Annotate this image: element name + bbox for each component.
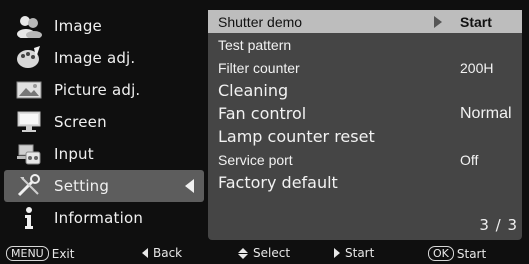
row-label: Filter counter — [218, 59, 300, 76]
row-label: Lamp counter reset — [218, 127, 375, 146]
left-arrow-icon — [142, 248, 148, 258]
row-label: Service port — [218, 151, 293, 168]
row-filter-counter[interactable]: Filter counter 200H — [208, 56, 522, 79]
menu-item-image-adj[interactable]: Image adj. — [4, 42, 204, 74]
hint-exit-label: Exit — [51, 246, 75, 261]
row-label: Fan control — [218, 104, 307, 123]
hint-select: Select — [238, 246, 290, 260]
row-label: Factory default — [218, 173, 338, 192]
menu-label-image: Image — [54, 17, 102, 35]
row-value: Start — [460, 13, 492, 30]
hint-ok-start-label: Start — [456, 246, 487, 261]
hint-exit: MENU Exit — [6, 246, 74, 261]
row-service-port[interactable]: Service port Off — [208, 148, 522, 171]
right-arrow-icon — [334, 248, 340, 258]
menu-label-information: Information — [54, 209, 144, 227]
hint-back: Back — [142, 246, 182, 260]
menu-label-screen: Screen — [54, 113, 107, 131]
menu-item-image[interactable]: Image — [4, 10, 204, 42]
row-label: Cleaning — [218, 81, 289, 100]
row-lamp-counter-reset[interactable]: Lamp counter reset — [208, 125, 522, 148]
main-menu: Image Image adj. Picture adj. Screen Inp… — [4, 10, 204, 234]
row-test-pattern[interactable]: Test pattern — [208, 33, 522, 56]
row-fan-control[interactable]: Fan control Normal — [208, 102, 522, 125]
menu-item-information[interactable]: Information — [4, 202, 204, 234]
row-label: Test pattern — [218, 36, 292, 53]
menu-item-setting[interactable]: Setting — [4, 170, 204, 202]
hint-select-label: Select — [253, 246, 291, 260]
row-value: Normal — [460, 104, 512, 122]
menu-label-picture-adj: Picture adj. — [54, 81, 141, 99]
menu-label-setting: Setting — [54, 177, 110, 195]
row-label: Shutter demo — [218, 13, 303, 30]
row-value: 200H — [460, 59, 494, 76]
hint-start: Start — [334, 246, 374, 260]
hint-ok-start: OK Start — [428, 246, 486, 261]
up-down-arrow-icon — [238, 247, 248, 259]
row-value: Off — [460, 151, 479, 168]
info-icon — [14, 205, 44, 231]
row-factory-default[interactable]: Factory default — [208, 171, 522, 194]
menu-item-picture-adj[interactable]: Picture adj. — [4, 74, 204, 106]
menu-key-badge: MENU — [6, 246, 49, 261]
hint-start-label: Start — [345, 246, 375, 260]
tools-icon — [14, 173, 44, 199]
input-icon — [14, 141, 44, 167]
menu-label-image-adj: Image adj. — [54, 49, 136, 67]
picture-icon — [14, 77, 44, 103]
ok-key-badge: OK — [428, 246, 454, 261]
menu-label-input: Input — [54, 145, 94, 163]
menu-item-input[interactable]: Input — [4, 138, 204, 170]
menu-item-screen[interactable]: Screen — [4, 106, 204, 138]
people-icon — [14, 13, 44, 39]
screen-icon — [14, 109, 44, 135]
right-arrow-icon — [434, 16, 442, 28]
page-indicator: 3 / 3 — [479, 216, 518, 234]
row-cleaning[interactable]: Cleaning — [208, 79, 522, 102]
hint-back-label: Back — [153, 246, 183, 260]
left-arrow-icon — [185, 179, 194, 193]
projector-osd: Image Image adj. Picture adj. Screen Inp… — [0, 0, 529, 264]
setting-submenu: Shutter demo Start Test pattern Filter c… — [208, 10, 522, 240]
help-bar: MENU Exit Back Select Start OK Start — [0, 244, 529, 264]
row-shutter-demo[interactable]: Shutter demo Start — [208, 10, 522, 33]
palette-icon — [14, 45, 44, 71]
